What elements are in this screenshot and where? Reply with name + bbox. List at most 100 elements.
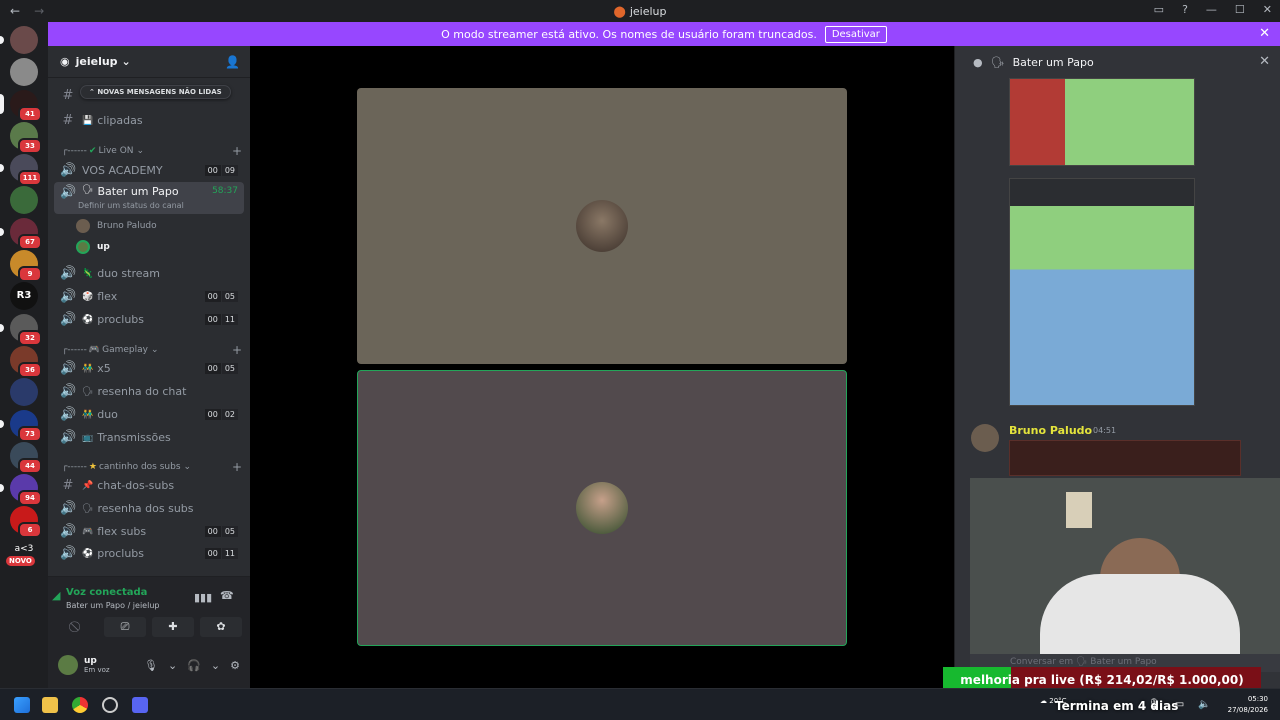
- voice-member[interactable]: up: [76, 237, 110, 257]
- voice-channel-flex-subs[interactable]: 🔊 🎮 flex subs 00 05: [54, 521, 244, 542]
- chevron-down-icon[interactable]: ⌄: [211, 659, 220, 672]
- activities-button[interactable]: ✚: [152, 617, 194, 637]
- server-icon[interactable]: [0, 26, 38, 54]
- mention-badge: 9: [18, 266, 42, 282]
- new-messages-pill[interactable]: ⌃ NOVAS MENSAGENS NÃO LIDAS: [80, 85, 231, 99]
- disconnect-icon[interactable]: ☎: [220, 589, 234, 602]
- channel-clipadas[interactable]: # 💾 clipadas: [54, 110, 244, 131]
- server-icon[interactable]: [10, 378, 38, 406]
- headphones-icon[interactable]: 🎧: [187, 659, 201, 672]
- close-window-button[interactable]: ✕: [1263, 3, 1272, 16]
- server-icon[interactable]: 6: [10, 506, 42, 538]
- inbox-icon[interactable]: ▭: [1154, 3, 1164, 16]
- microphone-icon[interactable]: 🎙: [144, 659, 158, 672]
- voice-channel-proclubs-subs[interactable]: 🔊 ⚽ proclubs 00 11: [54, 543, 244, 564]
- message-author[interactable]: Bruno Paludo: [1009, 424, 1092, 437]
- streamer-mode-banner: O modo streamer está ativo. Os nomes de …: [48, 22, 1280, 46]
- voice-channel-transmissoes[interactable]: 🔊 📺 Transmissões: [54, 427, 244, 448]
- attachment-image[interactable]: [1009, 178, 1195, 406]
- text-channel-chat-dos-subs[interactable]: # 📌 chat-dos-subs: [54, 475, 244, 496]
- soundboard-button[interactable]: ✿: [200, 617, 242, 637]
- voice-channel-resenha-dos-subs[interactable]: 🔊 🗣 resenha dos subs: [54, 498, 244, 519]
- channel-emoji-icon: 💾: [82, 115, 94, 126]
- server-icon[interactable]: 94: [0, 474, 42, 506]
- server-icon[interactable]: 9: [10, 250, 42, 282]
- voice-channel-bater-um-papo[interactable]: 🔊 🗣 Bater um Papo 58:37 Definir um statu…: [54, 182, 244, 214]
- channel-status[interactable]: Definir um status do canal: [78, 201, 184, 210]
- server-icon[interactable]: 41: [0, 90, 42, 122]
- voice-channel-resenha-do-chat[interactable]: 🔊 🗣 resenha do chat: [54, 381, 244, 402]
- volume-icon[interactable]: 🔈: [1198, 699, 1210, 710]
- user-panel[interactable]: up Em voz: [58, 655, 110, 675]
- file-explorer-icon[interactable]: [42, 697, 58, 713]
- server-icon[interactable]: [10, 186, 38, 214]
- camera-off-button[interactable]: ⃠: [56, 617, 98, 637]
- gamepad-icon: 🎮: [88, 345, 101, 355]
- star-icon: ★: [88, 462, 97, 472]
- server-icon[interactable]: [10, 58, 38, 86]
- voice-channel-vos-academy[interactable]: 🔊 VOS ACADEMY 00 09: [54, 160, 244, 181]
- mention-badge: 32: [18, 330, 42, 346]
- add-member-icon[interactable]: 👤: [225, 55, 240, 69]
- server-icon[interactable]: 67: [0, 218, 42, 250]
- server-icon[interactable]: 32: [0, 314, 42, 346]
- mention-badge: 111: [18, 170, 42, 186]
- server-icon[interactable]: a<3 NOVO: [6, 538, 38, 566]
- network-icon[interactable]: ▭: [1175, 699, 1184, 710]
- channel-emoji-icon: 📺: [82, 432, 94, 443]
- participant-tile-speaking[interactable]: [357, 370, 847, 646]
- forward-arrow-icon[interactable]: →: [34, 4, 44, 18]
- close-icon[interactable]: ✕: [1259, 54, 1270, 69]
- attachment-image[interactable]: [1009, 78, 1195, 166]
- voice-channel-x5[interactable]: 🔊 👬 x5 00 05: [54, 358, 244, 379]
- channel-emoji-icon: 🗣: [82, 503, 94, 514]
- voice-channel-duo-stream[interactable]: 🔊 🦎 duo stream: [54, 263, 244, 284]
- mention-badge: 94: [18, 490, 42, 506]
- category-gameplay[interactable]: ┌‑‑‑‑‑‑ 🎮 Gameplay ⌄ +: [62, 343, 242, 357]
- server-icon[interactable]: 111: [0, 154, 42, 186]
- avatar: [576, 200, 628, 252]
- gear-icon[interactable]: ⚙: [230, 659, 240, 672]
- screen-share-button[interactable]: ⎚: [104, 617, 146, 637]
- steam-icon[interactable]: [102, 697, 118, 713]
- clock[interactable]: 05:30 27/08/2026: [1228, 694, 1268, 716]
- voice-channel-proclubs[interactable]: 🔊 ⚽ proclubs 00 11: [54, 309, 244, 330]
- server-icon[interactable]: 33: [10, 122, 42, 154]
- voice-member[interactable]: Bruno Paludo: [76, 216, 157, 236]
- call-timer: 58:37: [212, 186, 238, 196]
- minimize-button[interactable]: —: [1206, 3, 1217, 16]
- category-live-on[interactable]: ┌‑‑‑‑‑‑ ✔ Live ON ⌄ +: [62, 144, 242, 158]
- close-icon[interactable]: ✕: [1259, 26, 1270, 41]
- disable-streamer-button[interactable]: Desativar: [824, 25, 887, 43]
- add-channel-icon[interactable]: +: [232, 460, 242, 474]
- participant-tile[interactable]: [357, 88, 847, 364]
- avatar[interactable]: [971, 424, 999, 452]
- discord-icon[interactable]: [132, 697, 148, 713]
- attachment-image[interactable]: [1009, 440, 1241, 476]
- noise-suppression-icon[interactable]: ▮▮▮: [194, 591, 212, 604]
- server-icon[interactable]: 44: [10, 442, 42, 474]
- back-arrow-icon[interactable]: ←: [10, 4, 20, 18]
- category-cantinho-dos-subs[interactable]: ┌‑‑‑‑‑‑ ★ cantinho dos subs ⌄ +: [62, 460, 242, 474]
- chevron-down-icon[interactable]: ⌄: [168, 659, 177, 672]
- windows-start-icon[interactable]: [14, 697, 30, 713]
- voice-channel-duo[interactable]: 🔊 👬 duo 00 02: [54, 404, 244, 425]
- chevron-down-icon: ⌄: [183, 462, 192, 472]
- server-icon[interactable]: R3: [10, 282, 38, 310]
- speaker-icon: 🔊: [60, 361, 77, 376]
- channel-emoji-icon: 🦎: [82, 268, 94, 279]
- help-icon[interactable]: ?: [1182, 3, 1188, 16]
- add-channel-icon[interactable]: +: [232, 343, 242, 357]
- server-icon[interactable]: 36: [10, 346, 42, 378]
- channel-emoji-icon: 👬: [82, 409, 94, 420]
- server-icon[interactable]: 73: [0, 410, 42, 442]
- server-header[interactable]: ◉ jeielup ⌄ 👤: [48, 46, 250, 78]
- user-limit: 00 02: [204, 409, 238, 420]
- chrome-icon[interactable]: [72, 697, 88, 713]
- maximize-button[interactable]: ☐: [1235, 3, 1245, 16]
- voice-channel-flex[interactable]: 🔊 🎲 flex 00 05: [54, 286, 244, 307]
- voice-location[interactable]: Bater um Papo / jeielup: [66, 601, 159, 610]
- mic-tray-icon[interactable]: 🎙: [1148, 699, 1161, 710]
- add-channel-icon[interactable]: +: [232, 144, 242, 158]
- signal-icon[interactable]: ◢: [52, 589, 60, 602]
